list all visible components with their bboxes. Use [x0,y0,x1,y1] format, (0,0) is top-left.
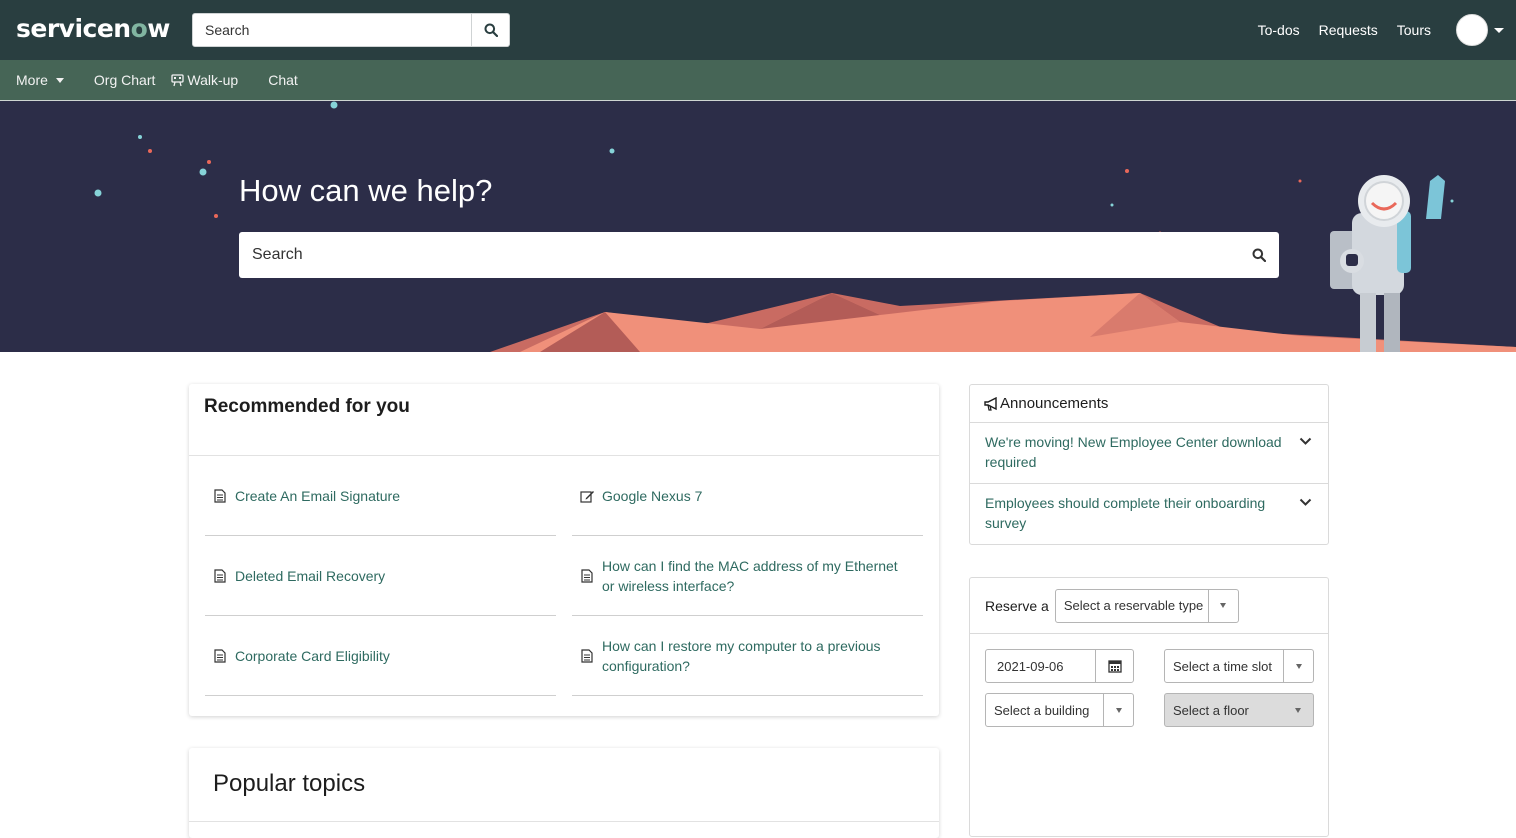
list-item[interactable]: Google Nexus 7 [572,456,923,536]
org-chart-label: Org Chart [93,72,156,88]
announcements-panel: Announcements We're moving! New Employee… [969,384,1329,545]
avatar[interactable] [1456,14,1488,46]
org-chart-link[interactable]: Org Chart [94,72,155,88]
recommended-link[interactable]: How can I restore my computer to a previ… [602,636,892,676]
recommended-link[interactable]: Google Nexus 7 [602,486,702,506]
list-item[interactable]: Create An Email Signature [205,456,556,536]
list-item[interactable]: Corporate Card Eligibility [205,616,556,696]
recommended-link[interactable]: How can I find the MAC address of my Eth… [602,556,902,596]
header-search-input[interactable] [193,14,471,46]
chat-link[interactable]: Chat [268,72,298,88]
reserve-header: Reserve a Select a reservable type [970,578,1328,634]
date-value: 2021-09-06 [997,658,1064,674]
more-menu[interactable]: More [16,72,64,88]
announcements-header: Announcements [970,385,1328,423]
date-picker[interactable]: 2021-09-06 [985,649,1134,683]
hero-search-input[interactable] [239,246,1239,264]
document-icon [572,648,602,663]
document-icon [572,568,602,583]
reservable-type-value: Select a reservable type [1063,598,1204,613]
reservable-type-select[interactable]: Select a reservable type [1054,588,1239,623]
recommended-title: Recommended for you [204,396,410,417]
chevron-down-icon[interactable] [1299,498,1312,507]
chat-label: Chat [268,72,298,88]
recommended-link[interactable]: Create An Email Signature [235,486,400,506]
tours-link[interactable]: Tours [1397,22,1431,38]
space-illustration [94,101,1516,352]
megaphone-icon [984,396,997,411]
announcement-item[interactable]: We're moving! New Employee Center downlo… [970,423,1328,484]
recommended-link[interactable]: Corporate Card Eligibility [235,646,390,666]
stars [94,101,1454,235]
hero-search-button[interactable] [1239,248,1279,262]
announcement-item[interactable]: Employees should complete their onboardi… [970,484,1328,545]
document-icon [205,648,235,663]
dropdown-arrow-icon [1283,650,1313,682]
divider [189,821,939,822]
list-item[interactable]: How can I restore my computer to a previ… [572,616,923,696]
servicenow-logo[interactable]: servicenow [16,14,170,43]
time-slot-select[interactable]: Select a time slot [1164,649,1314,683]
recommended-link[interactable]: Deleted Email Recovery [235,566,385,586]
hero-banner: How can we help? [0,101,1516,352]
walkup-link[interactable]: Walk-up [171,72,238,88]
time-slot-value: Select a time slot [1173,658,1272,674]
user-menu-caret-icon[interactable] [1494,27,1504,33]
floor-select[interactable]: Select a floor [1164,693,1314,727]
header-search-box [192,13,510,47]
calendar-icon[interactable] [1095,650,1133,682]
todos-link[interactable]: To-dos [1258,22,1300,38]
hero-search-box [239,232,1279,278]
more-label: More [16,72,48,88]
floor-value: Select a floor [1173,702,1249,718]
recommended-card: Recommended for you Create An Email Sign… [189,384,939,716]
caret-down-icon [55,77,64,83]
edit-form-icon [572,489,602,503]
top-header: servicenow To-dos Requests Tours [0,0,1516,60]
list-item[interactable]: Deleted Email Recovery [205,536,556,616]
astronaut-illustration [1330,175,1445,352]
building-value: Select a building [994,702,1090,718]
dropdown-arrow-icon [1283,694,1313,726]
search-icon [484,23,498,37]
announcement-link[interactable]: We're moving! New Employee Center downlo… [985,434,1282,470]
announcement-link[interactable]: Employees should complete their onboardi… [985,495,1265,531]
secondary-nav: More Org Chart Walk-up Chat [0,60,1516,101]
chevron-down-icon[interactable] [1299,437,1312,446]
document-icon [205,488,235,503]
page-title: How can we help? [239,173,493,208]
header-search-button[interactable] [471,14,509,46]
list-item[interactable]: How can I find the MAC address of my Eth… [572,536,923,616]
walkup-label: Walk-up [187,72,239,88]
requests-link[interactable]: Requests [1319,22,1378,38]
announcements-title: Announcements [1000,395,1109,412]
document-icon [205,568,235,583]
search-icon [1252,248,1266,262]
reserve-panel: Reserve a Select a reservable type 2021-… [969,577,1329,837]
walkup-icon [171,73,185,86]
header-links: To-dos Requests Tours [1258,0,1516,60]
popular-topics-card: Popular topics [189,748,939,838]
dropdown-arrow-icon [1103,694,1133,726]
reserve-label: Reserve a [985,597,1049,614]
popular-topics-title: Popular topics [213,770,366,797]
building-select[interactable]: Select a building [985,693,1134,727]
dropdown-arrow-icon [1207,589,1238,622]
